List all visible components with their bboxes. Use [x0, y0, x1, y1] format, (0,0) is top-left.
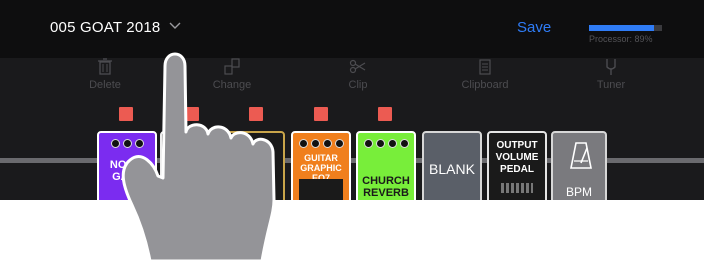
pointing-hand-icon — [121, 52, 276, 261]
